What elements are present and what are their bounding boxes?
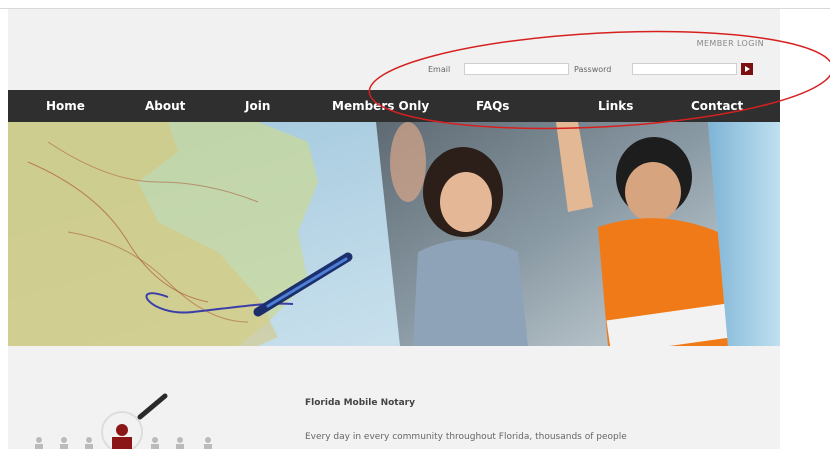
nav-links[interactable]: Links xyxy=(598,99,633,113)
login-row: Email Password xyxy=(8,62,780,80)
hero-banner-image xyxy=(8,122,780,346)
section-paragraph: Every day in every community throughout … xyxy=(305,432,627,442)
hero-illustration xyxy=(8,122,780,346)
nav-join[interactable]: Join xyxy=(245,99,270,113)
nav-contact[interactable]: Contact xyxy=(691,99,743,113)
notary-people-icon xyxy=(35,393,212,449)
nav-home[interactable]: Home xyxy=(46,99,85,113)
section-heading: Florida Mobile Notary xyxy=(305,398,415,408)
login-submit-button[interactable] xyxy=(741,63,753,75)
email-label: Email xyxy=(428,65,451,74)
nav-about[interactable]: About xyxy=(145,99,185,113)
main-nav: Home About Join Members Only FAQs Links … xyxy=(8,90,780,122)
browser-top-strip xyxy=(0,0,830,9)
member-login-title: MEMBER LOGIN xyxy=(696,39,764,48)
email-input[interactable] xyxy=(464,63,569,75)
nav-faqs[interactable]: FAQs xyxy=(476,99,509,113)
password-label: Password xyxy=(574,65,612,74)
password-input[interactable] xyxy=(632,63,737,75)
content-section: Florida Mobile Notary Every day in every… xyxy=(8,346,780,449)
nav-members-only[interactable]: Members Only xyxy=(332,99,429,113)
website-page: MEMBER LOGIN Email Password Home About J… xyxy=(8,9,780,449)
